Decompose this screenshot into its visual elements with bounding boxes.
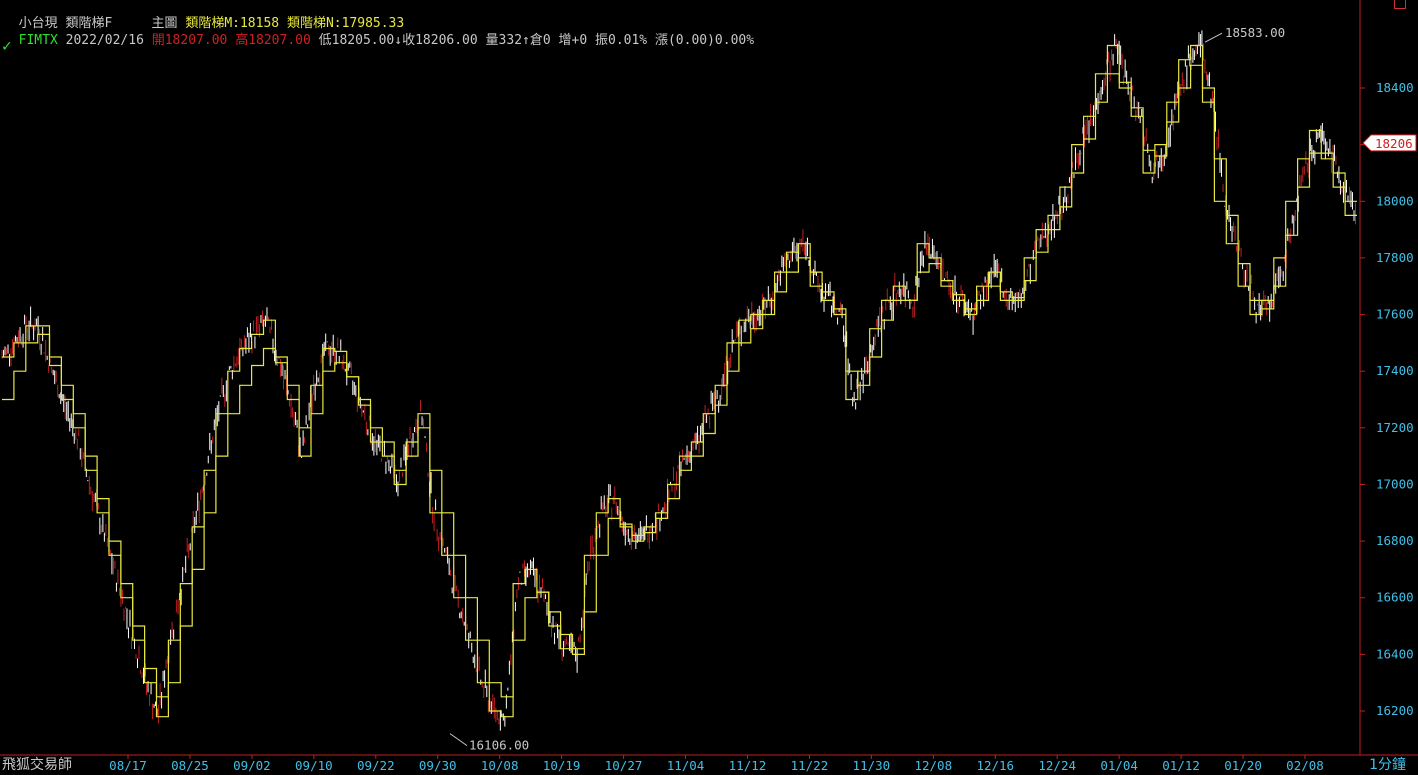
x-tick-label: 12/24 [1038, 758, 1076, 773]
y-tick-label: 18000 [1376, 193, 1414, 208]
x-axis-ticks: 08/17 08/25 09/02 09/10 09/22 09/30 10/08 10/19… [109, 755, 1324, 773]
brand-label: 飛狐交易師 [2, 757, 72, 773]
y-tick-label: 16400 [1376, 646, 1414, 661]
x-tick-label: 12/08 [914, 758, 952, 773]
x-tick-label: 01/20 [1224, 758, 1262, 773]
x-tick-label: 11/04 [667, 758, 705, 773]
candlesticks [1, 30, 1356, 731]
y-tick-label: 17200 [1376, 420, 1414, 435]
step-line-series-1 [2, 44, 1357, 718]
chart-frame [0, 0, 1418, 756]
x-tick-label: 11/12 [729, 758, 767, 773]
x-tick-label: 11/22 [791, 758, 829, 773]
x-tick-label: 09/22 [357, 758, 395, 773]
y-tick-label: 16200 [1376, 703, 1414, 718]
y-tick-label: 17400 [1376, 363, 1414, 378]
y-tick-label: 17800 [1376, 250, 1414, 265]
x-tick-label: 08/25 [171, 758, 209, 773]
period-label[interactable]: 1分鐘 [1369, 754, 1406, 774]
x-tick-label: 01/04 [1100, 758, 1138, 773]
annotations: 18583.00 16106.00 18206 [449, 25, 1417, 753]
low-marker-label: 16106.00 [469, 738, 529, 753]
x-tick-label: 10/19 [543, 758, 581, 773]
high-marker-line [1204, 32, 1223, 43]
x-tick-label: 09/30 [419, 758, 457, 773]
x-tick-label: 11/30 [853, 758, 891, 773]
y-axis-ticks: 16200 16400 16600 16800 17000 17200 17400 17600… [1360, 80, 1414, 718]
high-marker-label: 18583.00 [1225, 25, 1285, 40]
step-lines [2, 44, 1357, 718]
y-tick-label: 17600 [1376, 307, 1414, 322]
y-tick-label: 17000 [1376, 476, 1414, 491]
x-tick-label: 09/02 [233, 758, 271, 773]
x-tick-label: 10/08 [481, 758, 519, 773]
x-tick-label: 09/10 [295, 758, 333, 773]
x-tick-label: 02/08 [1286, 758, 1324, 773]
last-price-label: 18206 [1375, 136, 1413, 151]
x-tick-label: 08/17 [109, 758, 147, 773]
step-line-series-2 [2, 64, 1357, 698]
price-chart[interactable]: 16200 16400 16600 16800 17000 17200 17400 17600… [0, 0, 1418, 775]
low-marker-line [449, 733, 468, 747]
y-tick-label: 16800 [1376, 533, 1414, 548]
y-tick-label: 18400 [1376, 80, 1414, 95]
x-tick-label: 01/12 [1162, 758, 1200, 773]
x-tick-label: 12/16 [976, 758, 1014, 773]
x-tick-label: 10/27 [605, 758, 643, 773]
y-tick-label: 16600 [1376, 590, 1414, 605]
